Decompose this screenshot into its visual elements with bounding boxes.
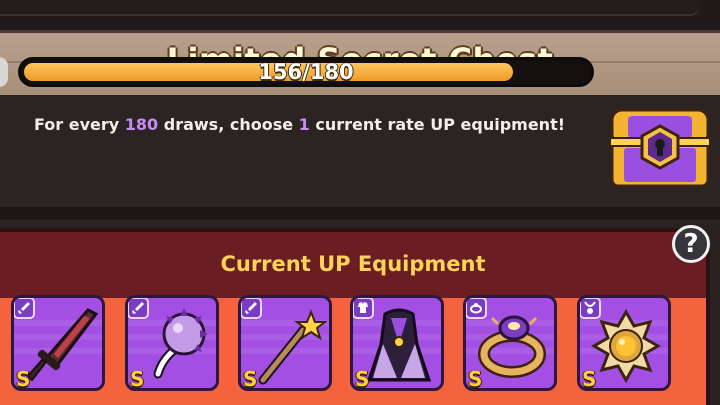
- draws-required: 180: [124, 115, 159, 134]
- help-button[interactable]: ?: [672, 225, 710, 263]
- desc-mid: draws, choose: [158, 115, 299, 134]
- spiked-mace-icon: [136, 304, 214, 388]
- ring-item-icon: [474, 304, 552, 388]
- rank-label: S: [582, 367, 597, 391]
- equipment-card-ring[interactable]: S: [463, 295, 557, 391]
- equipment-card-amulet[interactable]: S: [577, 295, 671, 391]
- choose-count: 1: [298, 115, 310, 134]
- section-divider: [0, 207, 720, 219]
- rank-label: S: [355, 367, 370, 391]
- draw-description: For every 180 draws, choose 1 current ra…: [34, 115, 565, 134]
- amulet-icon: [588, 304, 666, 388]
- equipment-card-cloak[interactable]: S: [350, 295, 444, 391]
- draw-progress-bar: 156/180: [18, 57, 594, 87]
- rank-label: S: [243, 367, 258, 391]
- equipment-card-star-wand[interactable]: S: [238, 295, 332, 391]
- equipment-card-spiked-mace[interactable]: S: [125, 295, 219, 391]
- cloak-icon: [361, 304, 439, 388]
- progress-label: 156/180: [258, 60, 354, 84]
- star-wand-icon: [249, 304, 328, 388]
- treasure-chest-icon[interactable]: [606, 102, 714, 190]
- desc-prefix: For every: [34, 115, 125, 134]
- top-strip: [0, 0, 720, 30]
- up-equipment-title: Current UP Equipment: [220, 252, 486, 276]
- rank-label: S: [16, 367, 31, 391]
- rank-label: S: [468, 367, 483, 391]
- sword-icon: [22, 304, 100, 388]
- top-ledge: [0, 0, 700, 16]
- desc-suffix: current rate UP equipment!: [309, 115, 566, 134]
- equipment-card-sword[interactable]: S: [11, 295, 105, 391]
- up-equipment-header: Current UP Equipment: [0, 232, 706, 298]
- rank-label: S: [130, 367, 145, 391]
